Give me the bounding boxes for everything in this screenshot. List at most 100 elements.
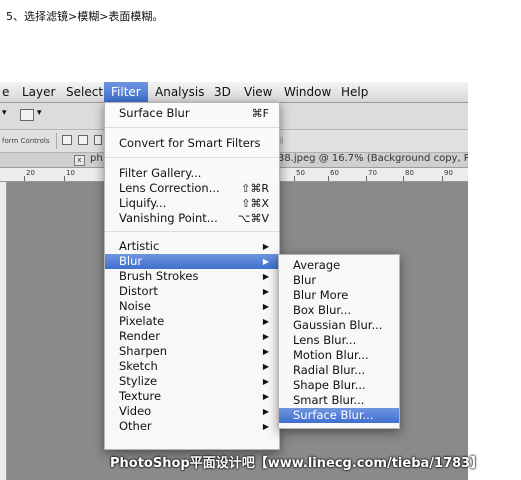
submenu-item-gaussian-blur[interactable]: Gaussian Blur...: [279, 318, 399, 333]
menu-layer[interactable]: Layer: [22, 85, 55, 99]
menu-item-lens-correction[interactable]: Lens Correction... ⇧⌘R: [105, 181, 279, 196]
menu-help[interactable]: Help: [341, 85, 368, 99]
menu-item-vanishing-point[interactable]: Vanishing Point... ⌥⌘V: [105, 211, 279, 226]
menu-item-noise[interactable]: Noise ▶: [105, 299, 279, 314]
ruler-tick: [366, 176, 367, 181]
menu-item-label: Brush Strokes: [119, 269, 199, 283]
ruler-tick: [403, 176, 404, 181]
menu-item-label: Surface Blur: [119, 106, 190, 120]
menu-item-brush-strokes[interactable]: Brush Strokes ▶: [105, 269, 279, 284]
menu-divider: [105, 157, 279, 158]
menu-item-convert-smart-filters[interactable]: Convert for Smart Filters: [105, 136, 279, 151]
chevron-down-icon[interactable]: ▾: [37, 108, 42, 118]
distribute-icon[interactable]: ⫲: [280, 135, 283, 146]
shortcut-label: ⇧⌘X: [241, 197, 269, 210]
menu-item-label: Pixelate: [119, 314, 165, 328]
document-tab-title[interactable]: 38.jpeg @ 16.7% (Background copy, R: [278, 153, 468, 164]
ruler-tick: [328, 176, 329, 181]
ruler-tick-label: 10: [66, 169, 75, 177]
submenu-arrow-icon: ▶: [262, 317, 269, 326]
menu-item-label: Sketch: [119, 359, 158, 373]
menu-item-artistic[interactable]: Artistic ▶: [105, 239, 279, 254]
menu-item-label: Other: [119, 419, 152, 433]
menu-item-label: Blur: [119, 254, 143, 268]
menu-item-label: Video: [119, 404, 152, 418]
menu-item-texture[interactable]: Texture ▶: [105, 389, 279, 404]
menu-bar: e Layer Select Filter Analysis 3D View W…: [0, 82, 468, 103]
menu-item-sharpen[interactable]: Sharpen ▶: [105, 344, 279, 359]
menu-item-stylize[interactable]: Stylize ▶: [105, 374, 279, 389]
menu-item-label: Noise: [119, 299, 151, 313]
submenu-arrow-icon: ▶: [262, 242, 269, 251]
submenu-arrow-icon: ▶: [262, 392, 269, 401]
submenu-item-box-blur[interactable]: Box Blur...: [279, 303, 399, 318]
menu-edit-partial[interactable]: e: [2, 85, 9, 99]
close-icon[interactable]: x: [74, 155, 85, 166]
submenu-item-blur[interactable]: Blur: [279, 273, 399, 288]
submenu-arrow-icon: ▶: [262, 407, 269, 416]
submenu-arrow-icon: ▶: [262, 377, 269, 386]
menu-view[interactable]: View: [244, 85, 272, 99]
submenu-arrow-icon: ▶: [262, 272, 269, 281]
menu-item-video[interactable]: Video ▶: [105, 404, 279, 419]
shortcut-label: ⌘F: [251, 107, 269, 120]
ruler-tick: [24, 176, 25, 181]
menu-item-filter-gallery[interactable]: Filter Gallery...: [105, 166, 279, 181]
submenu-arrow-icon: ▶: [262, 347, 269, 356]
menu-item-other[interactable]: Other ▶: [105, 419, 279, 434]
submenu-arrow-icon: ▶: [262, 287, 269, 296]
submenu-arrow-icon: ▶: [262, 302, 269, 311]
watermark: PhotoShop平面设计吧【www.linecg.com/tieba/1783…: [110, 456, 484, 471]
ruler-tick-label: 20: [26, 169, 35, 177]
ruler-tick-label: 70: [368, 169, 377, 177]
ruler-tick-label: 50: [296, 169, 305, 177]
menu-window[interactable]: Window: [284, 85, 331, 99]
submenu-item-lens-blur[interactable]: Lens Blur...: [279, 333, 399, 348]
menu-item-distort[interactable]: Distort ▶: [105, 284, 279, 299]
ruler-tick-label: 80: [405, 169, 414, 177]
submenu-item-radial-blur[interactable]: Radial Blur...: [279, 363, 399, 378]
submenu-item-smart-blur[interactable]: Smart Blur...: [279, 393, 399, 408]
menu-item-label: Distort: [119, 284, 158, 298]
submenu-item-shape-blur[interactable]: Shape Blur...: [279, 378, 399, 393]
menu-item-sketch[interactable]: Sketch ▶: [105, 359, 279, 374]
menu-item-pixelate[interactable]: Pixelate ▶: [105, 314, 279, 329]
menu-item-blur[interactable]: Blur ▶: [105, 254, 279, 269]
marquee-tool-icon[interactable]: [20, 109, 34, 121]
align-top-icon[interactable]: [62, 135, 72, 145]
menu-3d[interactable]: 3D: [214, 85, 231, 99]
submenu-arrow-icon: ▶: [262, 257, 269, 266]
menu-item-last-filter[interactable]: Surface Blur ⌘F: [105, 106, 279, 121]
align-bottom-icon[interactable]: [94, 135, 102, 145]
menu-item-label: Filter Gallery...: [119, 166, 202, 180]
submenu-item-motion-blur[interactable]: Motion Blur...: [279, 348, 399, 363]
ruler-tick: [442, 176, 443, 181]
filter-menu: Surface Blur ⌘F Convert for Smart Filter…: [104, 102, 280, 450]
menu-divider: [105, 127, 279, 128]
menu-select[interactable]: Select: [66, 85, 103, 99]
shortcut-label: ⇧⌘R: [241, 182, 269, 195]
menu-item-label: Vanishing Point...: [119, 211, 218, 225]
vertical-ruler: [0, 182, 7, 480]
menu-filter[interactable]: Filter: [104, 82, 148, 102]
ruler-tick-label: 60: [330, 169, 339, 177]
menu-item-label: Liquify...: [119, 196, 167, 210]
photoshop-screenshot: e Layer Select Filter Analysis 3D View W…: [0, 82, 468, 480]
transform-controls-label[interactable]: form Controls: [2, 137, 50, 145]
menu-analysis[interactable]: Analysis: [155, 85, 204, 99]
menu-item-render[interactable]: Render ▶: [105, 329, 279, 344]
blur-submenu: Average Blur Blur More Box Blur... Gauss…: [278, 254, 400, 429]
submenu-arrow-icon: ▶: [262, 422, 269, 431]
submenu-item-blur-more[interactable]: Blur More: [279, 288, 399, 303]
submenu-item-surface-blur[interactable]: Surface Blur...: [279, 408, 399, 423]
menu-item-label: Artistic: [119, 239, 160, 253]
submenu-item-average[interactable]: Average: [279, 258, 399, 273]
document-tab-left[interactable]: ph: [90, 153, 103, 164]
menu-item-label: Render: [119, 329, 160, 343]
menu-item-liquify[interactable]: Liquify... ⇧⌘X: [105, 196, 279, 211]
menu-divider: [105, 231, 279, 232]
menu-item-label: Sharpen: [119, 344, 168, 358]
shortcut-label: ⌥⌘V: [237, 212, 269, 225]
align-middle-icon[interactable]: [78, 135, 88, 145]
dropdown-arrow-icon[interactable]: ▾: [2, 108, 7, 118]
